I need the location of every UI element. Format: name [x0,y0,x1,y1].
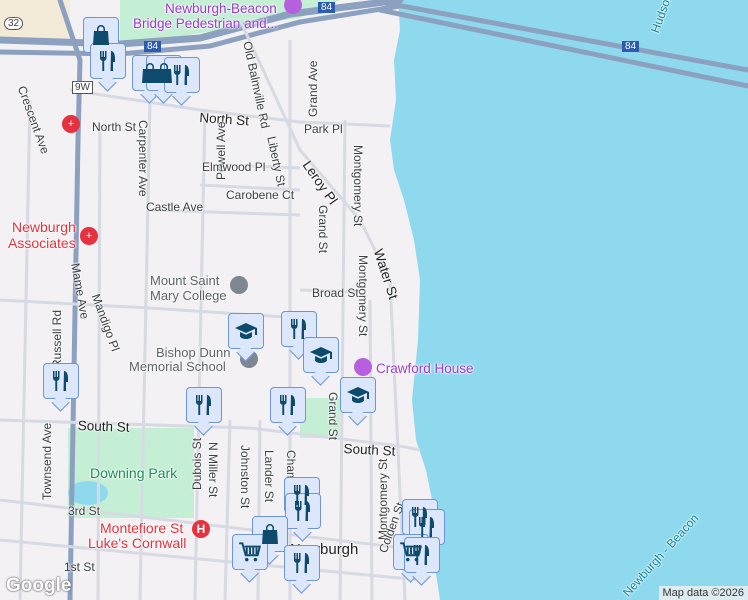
label-lander-st: Lander St [262,450,276,503]
i84-shield: 84 [318,2,336,13]
label-johnston-st: Johnston St [238,445,252,509]
marker-grocery[interactable] [232,534,268,570]
map-attribution[interactable]: Map data ©2026 [658,586,748,600]
graduation-cap-icon [309,343,333,367]
map-canvas[interactable] [0,0,748,600]
label-carobene-ct: Carobene Ct [226,188,295,202]
label-bridge: Newburgh-Beacon [165,1,277,16]
marker-restaurant[interactable] [284,545,320,581]
school-pin-icon[interactable] [230,276,248,294]
fork-knife-icon [291,499,315,523]
route-32-shield: 32 [4,17,24,30]
label-mount-saint-mary: Mount Saint [150,273,220,288]
label-crawford-house: Crawford House [376,361,474,376]
label-south-st: South St [77,418,130,435]
label-1st-st: 1st St [64,560,95,574]
label-dubois-st: Dubois St [190,437,204,490]
label-downing-park: Downing Park [90,465,178,481]
landmark-pin-icon[interactable] [354,358,372,376]
label-park-pl: Park Pl [304,122,343,136]
marker-school[interactable] [303,337,339,373]
label-bishop-dunn-2: Memorial School [129,359,226,374]
fork-knife-icon [415,515,439,539]
fork-knife-icon [410,543,434,567]
marker-restaurant[interactable] [270,387,306,423]
label-newburgh-associates-2: Associates [8,235,76,251]
label-broad-st: Broad St [312,286,359,300]
label-grand-st: Grand St [326,392,340,441]
i84-shield: 84 [144,41,162,52]
label-south-st: South St [343,441,396,459]
marker-restaurant[interactable] [164,57,200,93]
label-carpenter-ave: Carpenter Ave [136,120,150,197]
google-logo: Google [6,575,72,596]
label-north-st: North St [92,120,137,134]
marker-restaurant[interactable] [43,363,79,399]
fork-knife-icon [276,393,300,417]
label-montefiore-2: Luke's Cornwall [88,535,187,551]
label-newburgh-associates: Newburgh [12,219,76,235]
label-elmwood-pl: Elmwood Pl [202,160,266,174]
fork-knife-icon [170,63,194,87]
fork-knife-icon [290,551,314,575]
marker-school[interactable] [340,377,376,413]
label-bishop-dunn: Bishop Dunn [156,345,231,360]
graduation-cap-icon [234,319,258,343]
marker-restaurant[interactable] [404,537,440,573]
fork-knife-icon [96,49,120,73]
label-montgomery-st: Montgomery St [351,145,365,227]
i84-shield: 84 [622,41,640,52]
route-9w-shield: 9W [72,81,93,94]
hospital-h-pin-icon[interactable]: H [192,520,210,538]
label-townsend-ave: Townsend Ave [40,422,54,500]
fork-knife-icon [49,369,73,393]
label-russell-rd: Russell Rd [50,309,64,368]
fork-knife-icon [287,317,311,341]
hospital-pin-icon[interactable]: + [62,115,80,133]
label-n-miller-st: N Miller St [206,442,220,498]
hospital-pin-icon[interactable]: + [80,227,98,245]
label-3rd-st: 3rd St [68,504,101,518]
marker-restaurant[interactable] [90,43,126,79]
fork-knife-icon [192,393,216,417]
label-bridge-2: Bridge Pedestrian and... [133,16,278,31]
label-castle-ave: Castle Ave [146,200,204,214]
label-mount-saint-mary-2: Mary College [150,288,227,303]
shopping-cart-icon [237,539,263,565]
shopping-bag-icon [89,23,113,47]
marker-school[interactable] [228,313,264,349]
label-montgomery-st: Montgomery St [356,255,370,337]
marker-restaurant[interactable] [285,493,321,529]
marker-restaurant[interactable] [186,387,222,423]
graduation-cap-icon [346,383,370,407]
label-grand-st: Grand St [316,205,330,254]
label-grand-ave: Grand Ave [306,60,320,117]
label-montefiore: Montefiore St [100,520,184,536]
